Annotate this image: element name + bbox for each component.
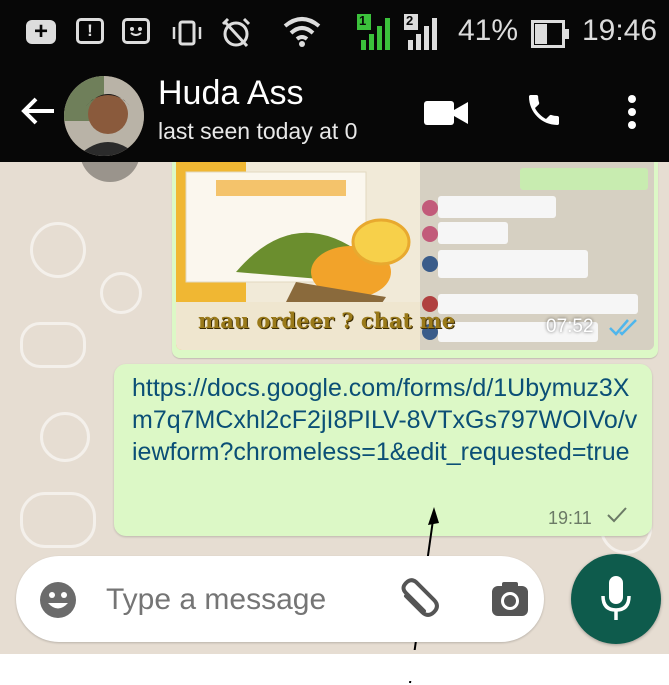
chat-header: Huda Ass last seen today at 0: [0, 70, 669, 162]
wallpaper-doodle: [40, 412, 90, 462]
video-call-icon[interactable]: [424, 98, 468, 133]
message-time: 07:52: [546, 316, 594, 337]
status-bar: + ! 1 2 41% 19:46: [0, 0, 669, 70]
notification-plus-icon: +: [26, 18, 56, 45]
message-composer[interactable]: [16, 556, 544, 642]
attachment-icon[interactable]: [396, 578, 442, 629]
wallpaper-doodle: [20, 322, 86, 368]
image-caption-overlay: mau ordeer ? chat me: [198, 308, 456, 333]
alert-notification-icon: !: [76, 18, 104, 44]
wallpaper-doodle: [20, 492, 96, 548]
battery-icon: [531, 20, 571, 53]
last-seen-status: last seen today at 0: [158, 118, 358, 144]
contact-name[interactable]: Huda Ass: [158, 74, 304, 113]
read-ticks-icon: [608, 318, 640, 341]
sim2-label: 2: [406, 13, 414, 28]
alarm-off-icon: [219, 16, 253, 53]
vibrate-icon: [170, 20, 204, 51]
voice-call-icon[interactable]: [524, 90, 564, 135]
emoji-icon[interactable]: [38, 580, 78, 625]
sim1-label: 1: [359, 13, 367, 28]
shared-image[interactable]: mau ordeer ? chat me 07:52: [176, 162, 654, 350]
wallpaper-doodle: [30, 222, 86, 278]
bottom-edge: [0, 650, 669, 681]
sent-tick-icon: [606, 506, 628, 529]
avatar[interactable]: [64, 76, 144, 156]
link-message-bubble[interactable]: https://docs.google.com/forms/d/1Ubymuz3…: [114, 364, 652, 536]
image-message-bubble[interactable]: mau ordeer ? chat me 07:52: [172, 162, 658, 358]
wifi-icon: [282, 14, 322, 53]
message-input[interactable]: [104, 576, 388, 624]
signal-sim2-icon: 2: [404, 13, 446, 57]
more-options-icon[interactable]: [626, 94, 638, 135]
voice-record-button[interactable]: [571, 554, 661, 644]
microphone-icon: [600, 576, 632, 627]
wallpaper-doodle: [100, 272, 142, 314]
camera-icon[interactable]: [490, 580, 530, 623]
battery-percent: 41%: [458, 14, 519, 47]
message-time: 19:11: [548, 508, 592, 528]
message-notification-icon: [122, 18, 150, 44]
previous-avatar-edge: [80, 162, 140, 182]
signal-sim1-icon: 1: [357, 13, 397, 57]
clock: 19:46: [582, 14, 658, 47]
back-arrow-icon[interactable]: [20, 96, 56, 131]
message-link[interactable]: https://docs.google.com/forms/d/1Ubymuz3…: [132, 372, 642, 468]
